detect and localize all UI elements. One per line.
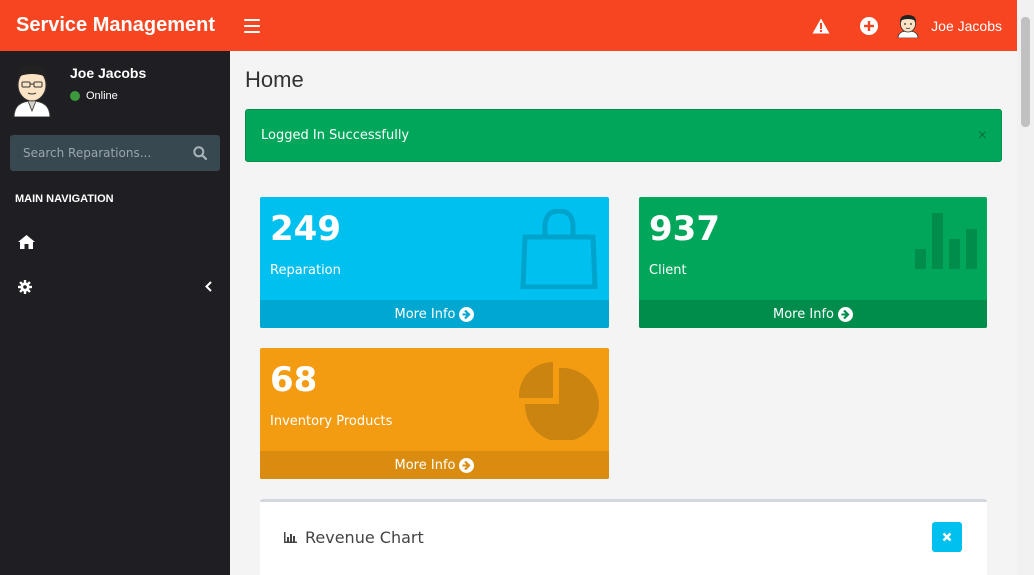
close-icon: [942, 532, 952, 542]
search-input[interactable]: [23, 146, 193, 160]
sidebar-item-home[interactable]: [0, 219, 230, 264]
more-info-label: More Info: [394, 457, 456, 473]
main-content: Home Logged In Successfully × 249 Repara…: [230, 51, 1017, 575]
sidebar-toggle-icon[interactable]: [244, 18, 260, 33]
shopping-bag-icon: [520, 209, 598, 289]
status-badge: Online: [70, 90, 146, 102]
sidebar-item-settings[interactable]: [0, 264, 230, 309]
reparation-stat-box: 249 Reparation More Info: [260, 197, 609, 328]
client-stat-box: 937 Client More Info: [639, 197, 987, 328]
arrow-circle-right-icon: [837, 306, 853, 322]
avatar: [13, 65, 51, 117]
more-info-link[interactable]: More Info: [260, 300, 609, 328]
stat-label: Inventory Products: [270, 414, 393, 429]
brand-logo[interactable]: Service Management: [0, 0, 230, 51]
nav-header: MAIN NAVIGATION: [15, 193, 114, 205]
search-icon[interactable]: [193, 146, 207, 160]
stat-value: 249: [270, 209, 341, 249]
revenue-chart-panel: Revenue Chart: [260, 499, 987, 575]
sidebar: Joe Jacobs Online MAIN NAVIGATION: [0, 51, 230, 575]
pie-chart-icon: [519, 361, 599, 440]
alert-message: Logged In Successfully: [261, 128, 410, 143]
stat-label: Client: [649, 263, 687, 278]
stat-value: 937: [649, 209, 720, 249]
arrow-circle-right-icon: [459, 457, 475, 473]
more-info-label: More Info: [394, 306, 456, 322]
inventory-stat-box: 68 Inventory Products More Info: [260, 348, 609, 479]
user-panel: Joe Jacobs Online: [0, 51, 230, 127]
close-icon[interactable]: ×: [978, 127, 987, 145]
panel-title: Revenue Chart: [305, 528, 424, 547]
stat-label: Reparation: [270, 263, 341, 278]
stat-value: 68: [270, 360, 318, 400]
scrollbar-thumb[interactable]: [1021, 17, 1030, 127]
more-info-link[interactable]: More Info: [260, 451, 609, 479]
sidebar-user-name: Joe Jacobs: [70, 65, 147, 81]
more-info-link[interactable]: More Info: [639, 300, 987, 328]
sidebar-search: [10, 135, 220, 171]
close-panel-button[interactable]: [932, 522, 962, 552]
panel-header: Revenue Chart: [284, 528, 424, 547]
home-icon: [18, 234, 35, 249]
bar-chart-icon: [915, 213, 977, 269]
warning-icon[interactable]: [797, 0, 845, 51]
online-status-dot-icon: [70, 91, 80, 101]
more-info-label: More Info: [773, 306, 834, 322]
navbar-user-name: Joe Jacobs: [931, 17, 1002, 34]
page-scrollbar[interactable]: [1017, 0, 1034, 575]
add-circle-icon[interactable]: [845, 0, 893, 51]
gear-icon: [18, 279, 32, 294]
arrow-circle-right-icon: [459, 306, 475, 322]
top-navbar: Service Management Joe Jacobs: [0, 0, 1017, 51]
avatar: [897, 15, 919, 38]
success-alert: Logged In Successfully ×: [245, 109, 1002, 162]
page-title: Home: [245, 67, 304, 92]
user-menu[interactable]: Joe Jacobs: [893, 0, 1002, 51]
bar-chart-icon: [284, 532, 297, 543]
status-text: Online: [86, 90, 118, 102]
chevron-left-icon[interactable]: [205, 281, 212, 292]
navbar-right: Joe Jacobs: [797, 0, 1017, 51]
